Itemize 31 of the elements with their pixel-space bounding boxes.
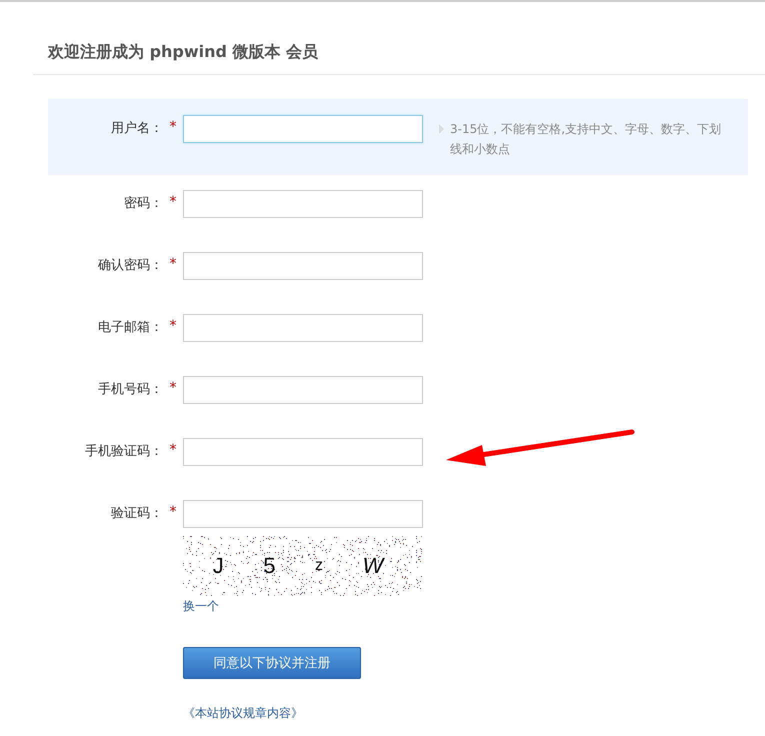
required-mark: * (170, 442, 176, 458)
required-mark: * (170, 380, 176, 396)
input-field[interactable] (183, 252, 423, 280)
input-field[interactable] (183, 500, 423, 528)
page-title: 欢迎注册成为 phpwind 微版本 会员 (46, 41, 320, 63)
input-field[interactable] (183, 190, 423, 218)
refresh-captcha-link[interactable]: 换一个 (183, 598, 219, 615)
pointer-icon (439, 124, 444, 134)
required-mark: * (170, 194, 176, 210)
field-label: 密码： (123, 195, 163, 213)
captcha-character: 5 (263, 553, 276, 579)
input-field[interactable] (183, 314, 423, 342)
required-mark: * (170, 318, 176, 334)
field-label: 手机号码： (97, 381, 163, 399)
field-label: 确认密码： (97, 257, 163, 275)
input-field[interactable] (183, 438, 423, 466)
input-field[interactable] (183, 376, 423, 404)
field-label: 手机验证码： (84, 443, 163, 461)
captcha-character: W (362, 553, 384, 579)
captcha-character: z (314, 557, 323, 575)
field-label: 电子邮箱： (97, 319, 163, 337)
hint-text: 3-15位，不能有空格,支持中文、字母、数字、下划线和小数点 (450, 121, 722, 158)
input-field[interactable] (183, 115, 423, 143)
required-mark: * (170, 256, 176, 272)
required-mark: * (170, 504, 176, 520)
field-label: 用户名： (110, 120, 163, 138)
required-mark: * (170, 119, 176, 135)
captcha-character: J (212, 553, 224, 579)
field-label: 验证码： (110, 505, 163, 523)
agreement-link[interactable]: 《本站协议规章内容》 (183, 705, 303, 722)
register-button[interactable]: 同意以下协议并注册 (183, 647, 361, 679)
